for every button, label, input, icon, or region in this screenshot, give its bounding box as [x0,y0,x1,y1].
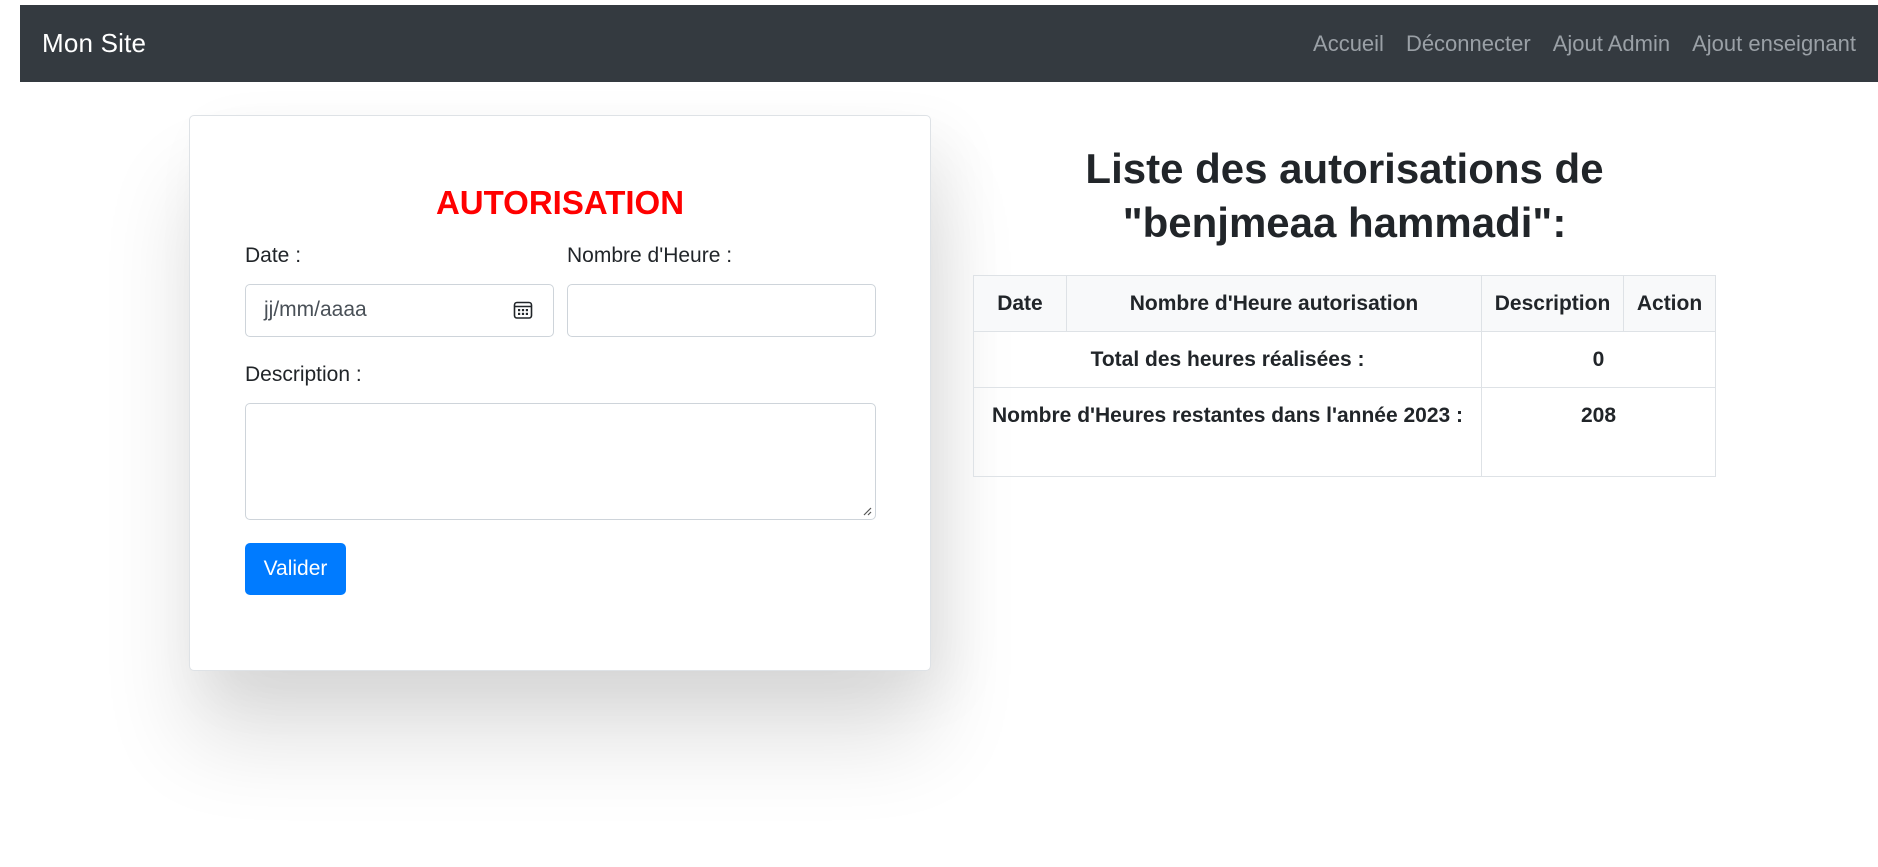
nav-link-accueil[interactable]: Accueil [1313,31,1384,57]
resize-grip-icon[interactable] [862,506,872,516]
remaining-hours-label: Nombre d'Heures restantes dans l'année 2… [972,387,1483,477]
nav-link-ajout-enseignant[interactable]: Ajout enseignant [1692,31,1856,57]
table-header-row: Date Nombre d'Heure autorisation Descrip… [973,275,1716,332]
authorizations-table: Date Nombre d'Heure autorisation Descrip… [972,275,1716,477]
nav-links: Accueil Déconnecter Ajout Admin Ajout en… [1313,31,1856,57]
brand-link[interactable]: Mon Site [42,28,146,59]
hours-label: Nombre d'Heure : [567,244,733,267]
calendar-icon[interactable] [513,300,533,320]
nav-link-ajout-admin[interactable]: Ajout Admin [1553,31,1670,57]
date-placeholder: jj/mm/aaaa [264,298,367,321]
table-row-total: Total des heures réalisées : 0 [972,331,1716,388]
hours-input[interactable] [567,284,876,337]
total-hours-value: 0 [1481,331,1716,388]
date-input[interactable]: jj/mm/aaaa [245,284,554,337]
submit-button[interactable]: Valider [245,543,346,595]
form-title: AUTORISATION [435,184,685,221]
table-row-remaining: Nombre d'Heures restantes dans l'année 2… [972,387,1716,477]
date-label: Date : [245,244,302,267]
column-header-description: Description [1481,275,1625,332]
total-hours-label: Total des heures réalisées : [972,331,1483,388]
remaining-hours-value: 208 [1481,387,1716,477]
authorizations-list-title: Liste des autorisations de "benjmeaa ham… [1085,145,1604,246]
column-header-action: Action [1623,275,1716,332]
column-header-hours: Nombre d'Heure autorisation [1065,275,1483,332]
authorization-form-card: AUTORISATION Date : jj/mm/aaaa Nombre d'… [189,115,931,671]
top-navbar: Mon Site Accueil Déconnecter Ajout Admin… [20,5,1878,82]
nav-link-deconnecter[interactable]: Déconnecter [1406,31,1531,57]
description-label: Description : [245,363,362,386]
description-textarea[interactable] [245,403,876,520]
column-header-date: Date [973,275,1067,332]
